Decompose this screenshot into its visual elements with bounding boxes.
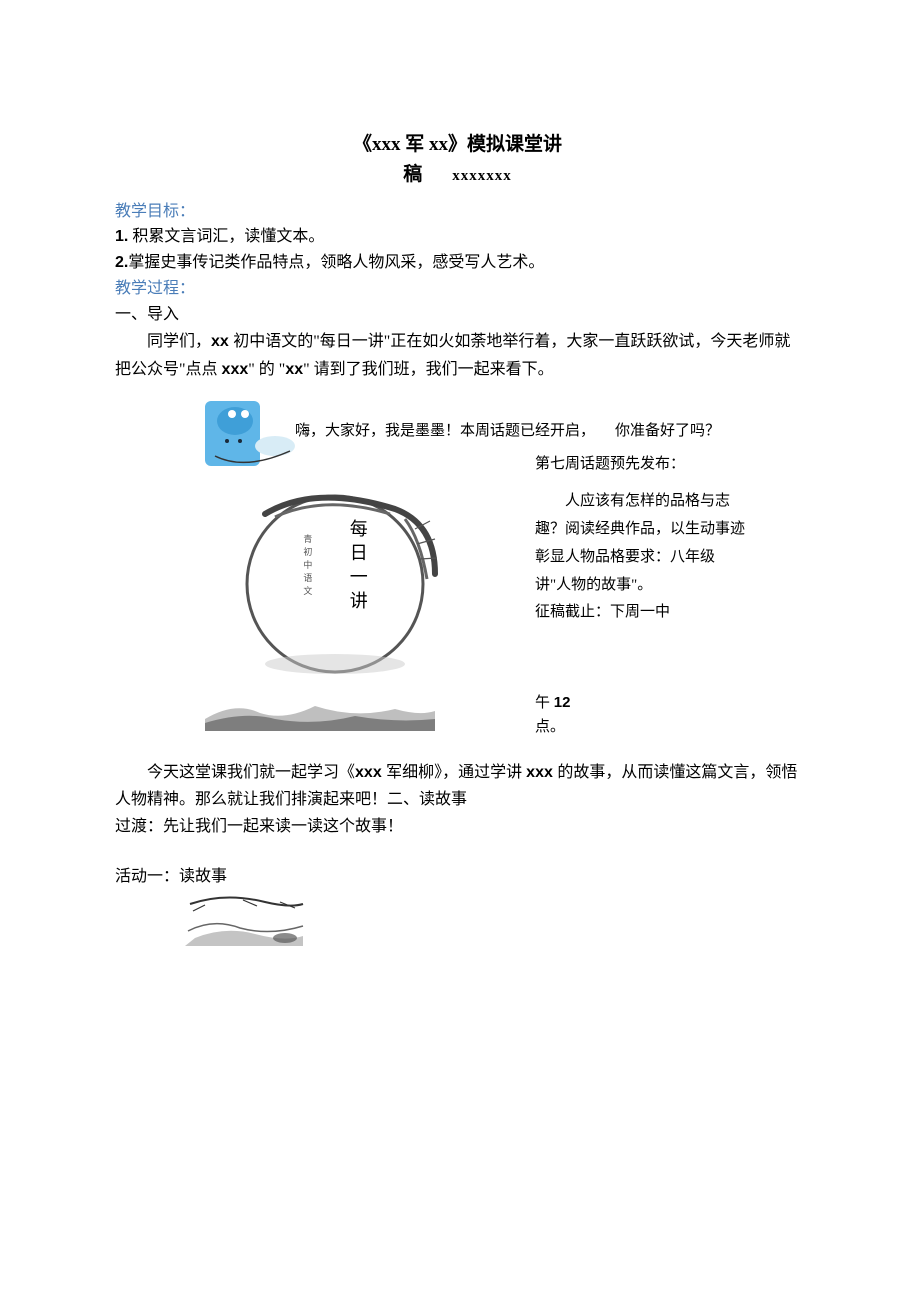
topic-column: 第七周话题预先发布： 人应该有怎样的品格与志趣？阅读经典作品，以生动事迹彰显人物… [535,451,745,628]
author: xxxxxxx [452,164,512,188]
section1-xx-2: xx [285,361,303,378]
title-line2: 稿 [403,160,422,190]
section1-xxx: xxx [222,361,249,378]
transition-text: 过渡：先让我们一起来读一读这个故事！ [115,813,800,840]
section1-xx-1: xx [211,333,233,350]
mascot-icon [205,401,300,471]
section1-text-e: " 的 " [248,361,285,378]
figure-block: 嗨，大家好，我是墨墨！本周话题已经开启， 你准备好了吗？ 每日一讲 青初中语文 … [205,401,800,741]
section1-text-g: " 请到了我们班，我们一起来看下。 [303,361,554,378]
vertical-title: 每日一讲 [343,519,372,615]
objective-1-number: 1. [115,228,128,245]
objectives-label: 教学目标： [115,199,800,225]
time-block: 午 12 点。 [535,691,570,739]
mountain-strip-icon [205,691,435,731]
objective-2-text: 掌握史事传记类作品特点，领略人物风采，感受写人艺术。 [128,254,544,271]
section1-heading: 一、导入 [115,301,800,328]
document-page: 《xxx 军 xx》模拟课堂讲 稿 xxxxxxx 教学目标： 1. 积累文言词… [0,0,920,1006]
objective-1-text: 积累文言词汇，读懂文本。 [128,228,324,245]
title-block: 《xxx 军 xx》模拟课堂讲 稿 xxxxxxx [115,130,800,191]
deadline-label: 征稿截止：下周一中 [535,599,745,627]
objective-item-2: 2.掌握史事传记类作品特点，领略人物风采，感受写人艺术。 [115,250,800,276]
time-b: 点。 [535,719,565,735]
section1-text-a: 同学们， [147,333,211,350]
objective-2-number: 2. [115,254,128,271]
time-num: 12 [554,694,571,711]
para2-c: 军细柳》，通过学讲 [386,764,526,781]
section1-body: 同学们，xx 初中语文的"每日一讲"正在如火如荼地举行着，大家一直跃跃欲试，今天… [115,328,800,382]
para2-a: 今天这堂课我们就一起学习《 [147,764,355,781]
small-art-icon [185,896,305,946]
title-line1: 《xxx 军 xx》模拟课堂讲 [115,130,800,160]
activity-1-heading: 活动一：读故事 [115,864,800,890]
para2-b: xxx [355,764,386,781]
circle-art-icon: 每日一讲 青初中语文 [205,479,455,689]
title-line2-row: 稿 xxxxxxx [115,160,800,190]
objective-item-1: 1. 积累文言词汇，读懂文本。 [115,224,800,250]
bubble-text: 嗨，大家好，我是墨墨！本周话题已经开启， [295,419,595,443]
time-a: 午 [535,695,554,711]
topic-body: 人应该有怎样的品格与志趣？阅读经典作品，以生动事迹彰显人物品格要求：八年级讲"人… [535,488,745,599]
para2-d: xxx [526,764,557,781]
vertical-small: 青初中语文 [300,534,314,599]
paragraph-2: 今天这堂课我们就一起学习《xxx 军细柳》，通过学讲 xxx 的故事，从而读懂这… [115,759,800,813]
topic-headline: 第七周话题预先发布： [535,451,745,479]
ready-text: 你准备好了吗？ [615,419,720,443]
process-label: 教学过程： [115,276,800,302]
